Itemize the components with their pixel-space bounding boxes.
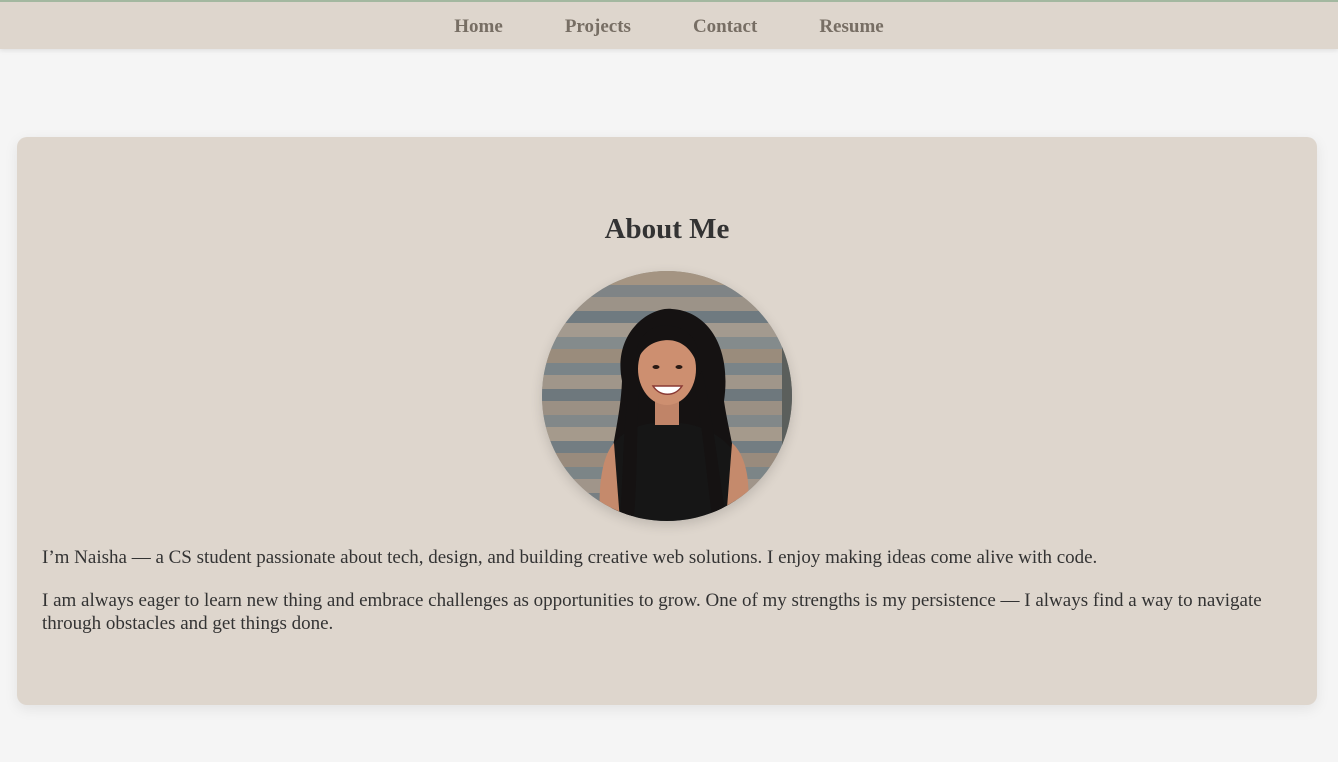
- about-paragraph-2: I am always eager to learn new thing and…: [42, 590, 1262, 634]
- about-title: About Me: [604, 213, 730, 245]
- nav-projects-link[interactable]: Projects: [565, 16, 631, 38]
- nav-resume-link[interactable]: Resume: [819, 16, 883, 38]
- nav-contact-link[interactable]: Contact: [693, 16, 757, 38]
- profile-photo: [542, 271, 792, 521]
- top-navbar: Home Projects Contact Resume: [0, 0, 1338, 49]
- about-card: About Me I’m Naisha — a CS student passi…: [17, 137, 1317, 705]
- about-paragraph-1: I’m Naisha — a CS student passionate abo…: [42, 547, 1098, 568]
- nav-home-link[interactable]: Home: [454, 16, 503, 38]
